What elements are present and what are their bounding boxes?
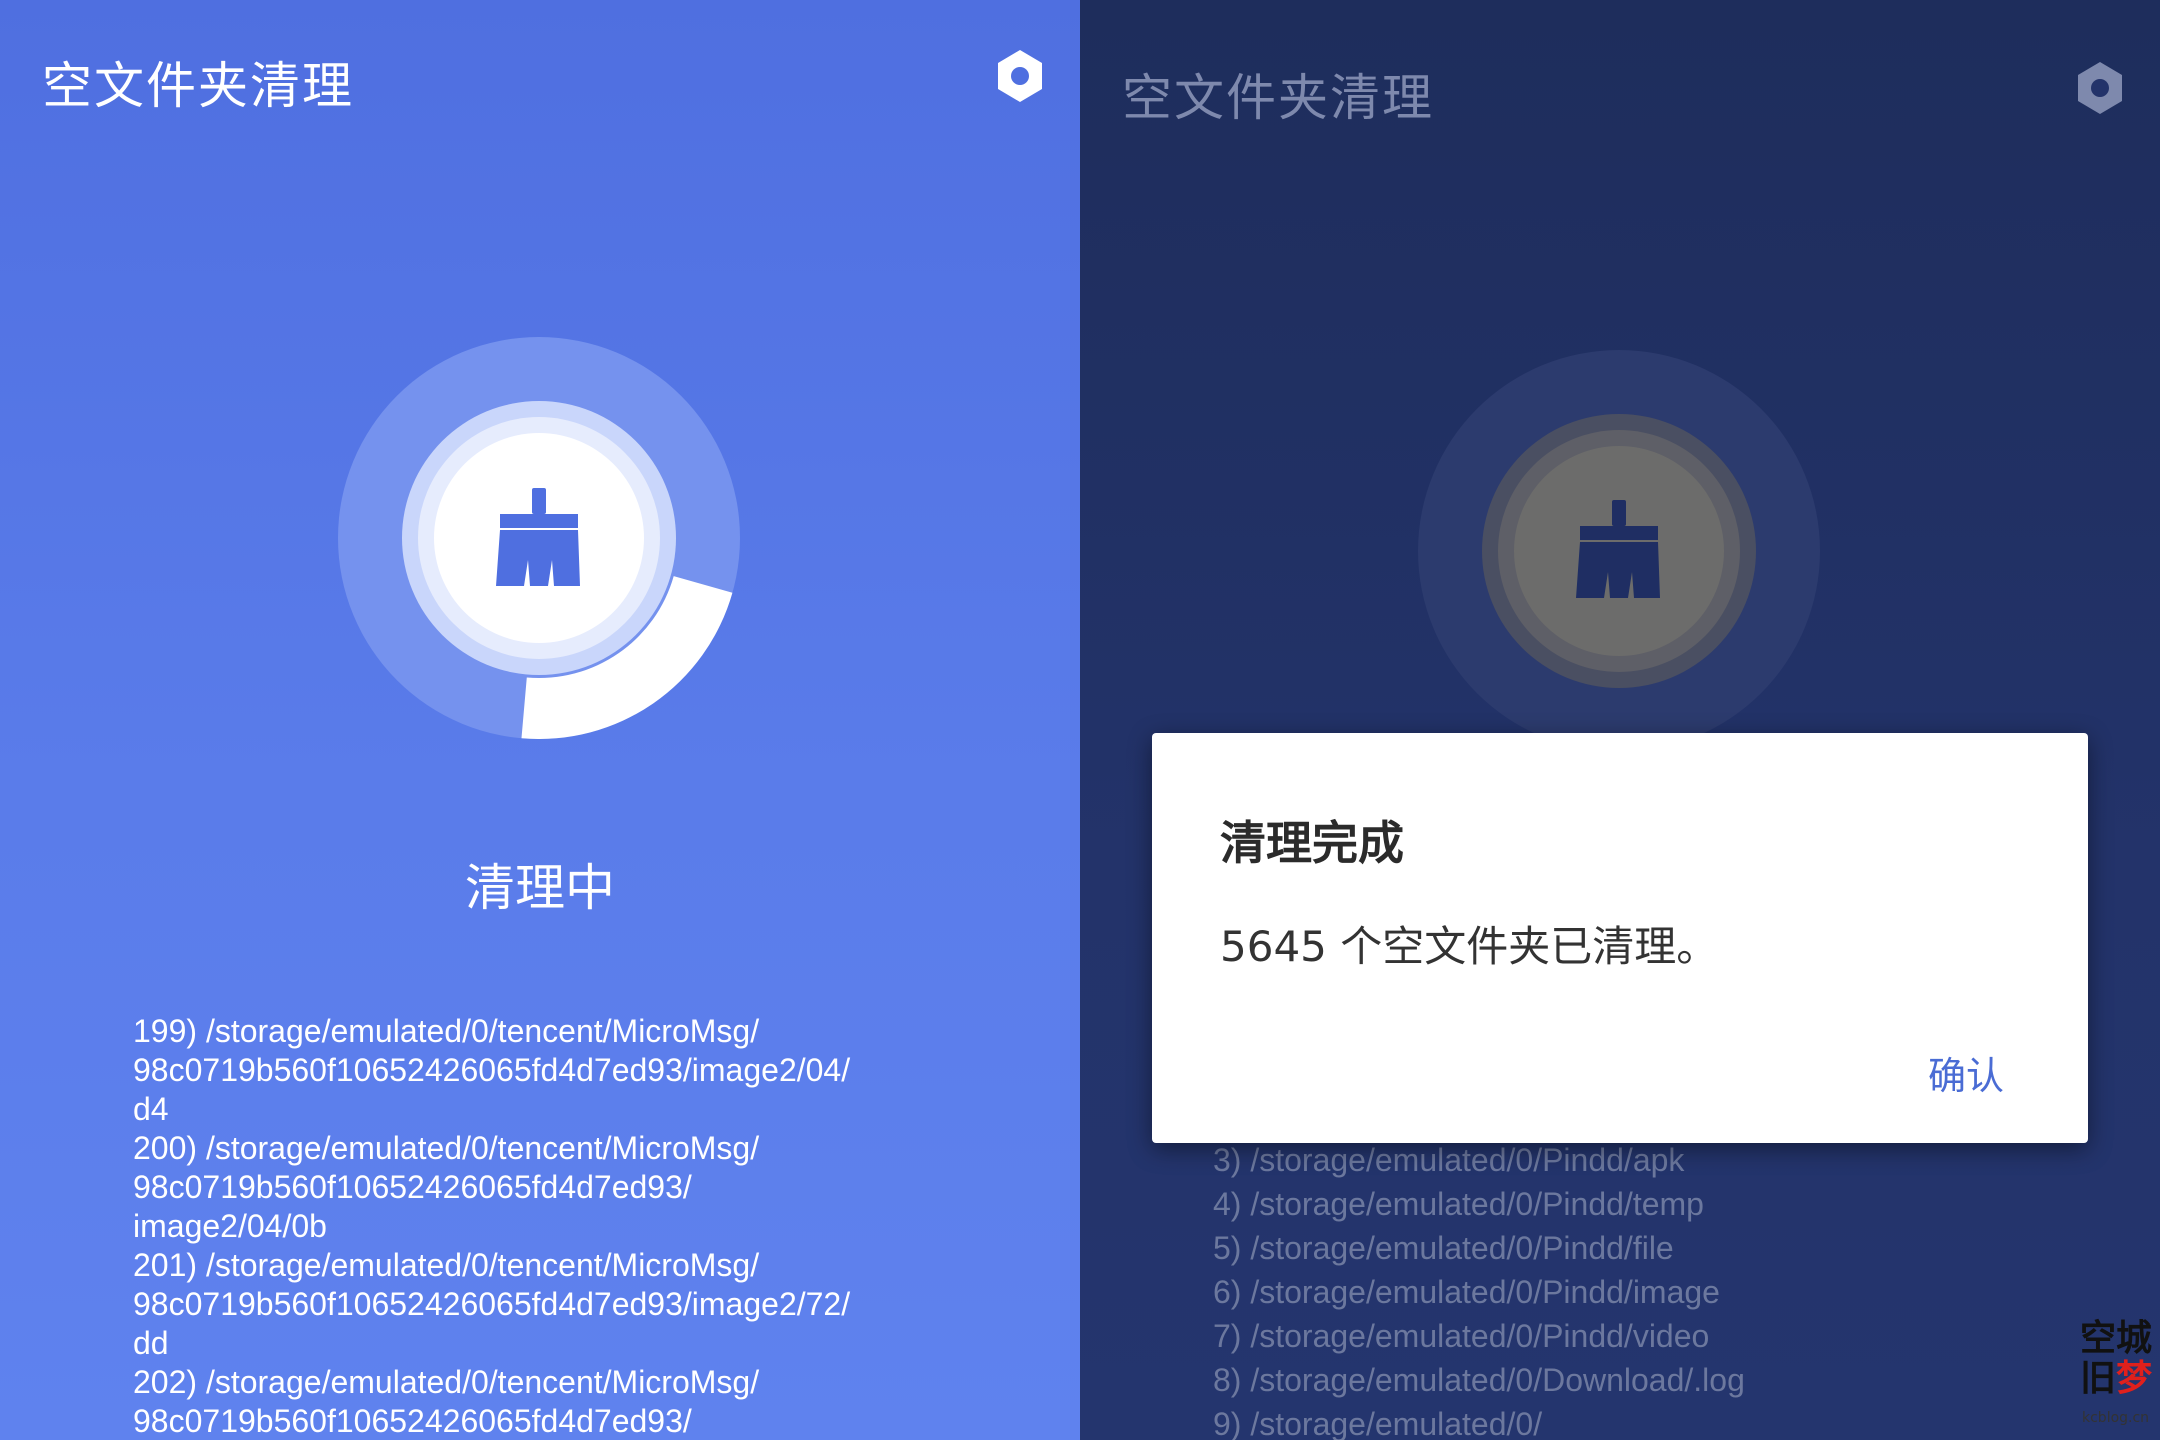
broom-icon — [496, 488, 580, 586]
log-item: 3) /storage/emulated/0/Pindd/apk — [1213, 1142, 1685, 1178]
cleaned-folder-log: 3) /storage/emulated/0/Pindd/apk 4) /sto… — [1213, 1138, 2033, 1440]
log-item: 7) /storage/emulated/0/Pindd/video — [1213, 1318, 1710, 1354]
log-item: 200) /storage/emulated/0/tencent/MicroMs… — [133, 1130, 760, 1244]
log-item: 6) /storage/emulated/0/Pindd/image — [1213, 1274, 1720, 1310]
settings-icon[interactable] — [2070, 58, 2130, 118]
cleaning-screen: 空文件夹清理 清理中 199) /storage/emulated/0/tenc… — [0, 0, 1080, 1440]
log-item: 9) /storage/emulated/0/ — [1213, 1406, 1543, 1440]
settings-icon[interactable] — [990, 46, 1050, 106]
app-title: 空文件夹清理 — [42, 57, 354, 115]
log-item: 4) /storage/emulated/0/Pindd/temp — [1213, 1186, 1704, 1222]
completed-screen: 空文件夹清理 3) /storage/emulated/0/Pindd/apk … — [1080, 0, 2160, 1440]
dialog-message: 5645 个空文件夹已清理。 — [1220, 922, 1719, 971]
log-item: 202) /storage/emulated/0/tencent/MicroMs… — [133, 1364, 760, 1439]
log-item: 201) /storage/emulated/0/tencent/MicroMs… — [133, 1247, 851, 1361]
broom-icon — [1576, 500, 1660, 598]
log-item: 8) /storage/emulated/0/Download/.log — [1213, 1362, 1745, 1398]
cleaned-folder-log: 199) /storage/emulated/0/tencent/MicroMs… — [133, 1012, 953, 1440]
log-item: 199) /storage/emulated/0/tencent/MicroMs… — [133, 1013, 851, 1127]
watermark-text: 旧梦 — [2080, 1357, 2153, 1399]
cleaning-status: 清理中 — [465, 859, 615, 917]
dialog-title: 清理完成 — [1220, 816, 1404, 870]
app-title: 空文件夹清理 — [1122, 69, 1434, 127]
confirm-button[interactable]: 确认 — [1928, 1045, 2004, 1100]
completion-dialog: 清理完成 5645 个空文件夹已清理。 确认 — [1152, 733, 2088, 1143]
watermark-logo: 空城 旧梦 kcblog.cn — [2080, 1318, 2160, 1436]
watermark-text: 空城 — [2080, 1317, 2153, 1359]
watermark-url: kcblog.cn — [2082, 1410, 2150, 1426]
log-item: 5) /storage/emulated/0/Pindd/file — [1213, 1230, 1674, 1266]
